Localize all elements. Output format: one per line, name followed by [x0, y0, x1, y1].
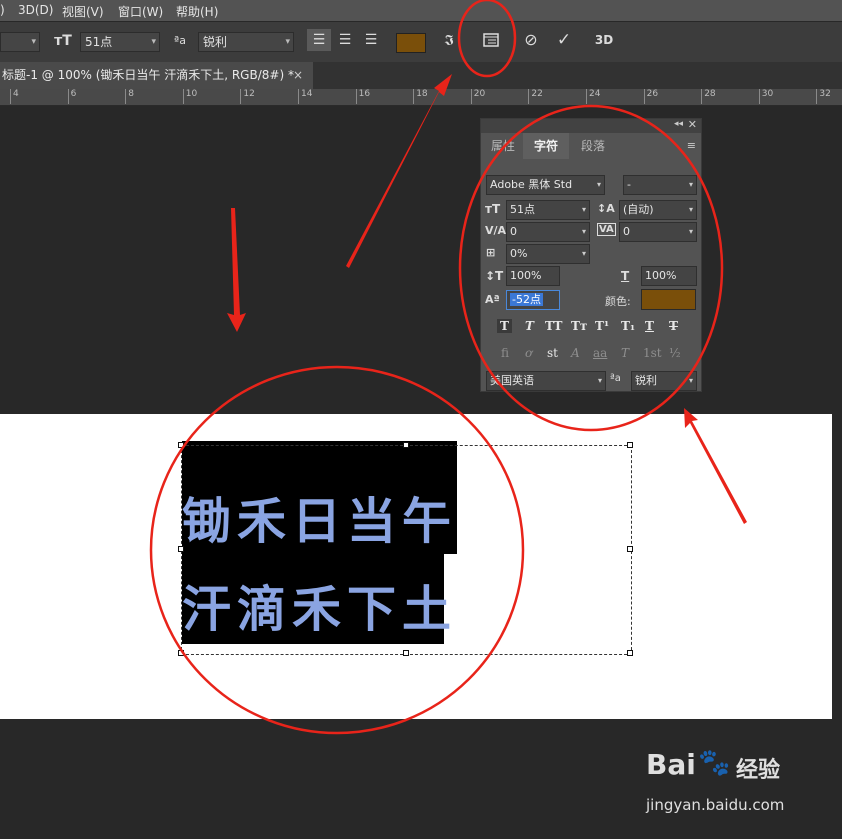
annotation-circle-toolbar [457, 0, 517, 78]
annotation-arrow-down [227, 208, 246, 332]
annotation-arrow-toolbar [346, 74, 452, 268]
annotation-circle-text [149, 365, 525, 735]
baidu-watermark: Bai 🐾 经验 jingyan.baidu.com [646, 748, 826, 818]
watermark-brand: Bai [646, 748, 696, 781]
watermark-url: jingyan.baidu.com [646, 796, 785, 814]
annotation-circle-panel [458, 104, 724, 432]
annotation-arrow-panel [684, 408, 747, 524]
watermark-brand-tail: 经验 [736, 758, 781, 783]
paw-icon: 🐾 [698, 748, 731, 778]
annotation-overlay [149, 0, 747, 735]
